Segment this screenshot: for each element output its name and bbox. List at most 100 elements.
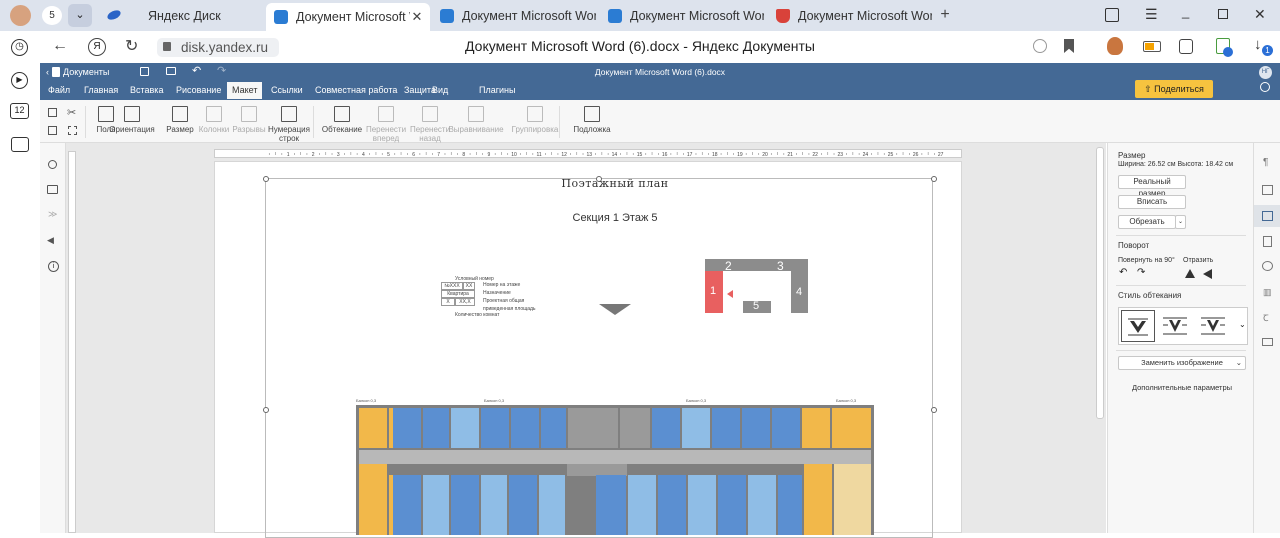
copy-icon[interactable]: [48, 108, 57, 117]
wrap-inline-icon[interactable]: [1121, 310, 1155, 342]
menu-icon[interactable]: ☰: [1145, 6, 1158, 23]
extension-avatar-icon[interactable]: [1107, 37, 1123, 55]
search-icon[interactable]: [48, 160, 57, 169]
reload-icon[interactable]: ↻: [125, 36, 138, 56]
paste-icon[interactable]: [48, 126, 57, 135]
crop-button[interactable]: Обрезать: [1118, 215, 1176, 229]
floor-plan-svg: [356, 405, 874, 535]
print-icon[interactable]: [166, 67, 176, 75]
bookmark-icon[interactable]: [1064, 39, 1074, 53]
menu-tab-10[interactable]: Плагины: [479, 85, 515, 95]
table-settings-icon[interactable]: [1262, 185, 1273, 195]
tab-count-badge[interactable]: 5: [42, 6, 62, 25]
back-to-documents[interactable]: ‹ Документы: [46, 67, 109, 77]
resize-handle[interactable]: [931, 407, 937, 413]
translate-icon[interactable]: [1033, 39, 1047, 53]
back-label: Документы: [63, 67, 110, 77]
tab-document-3[interactable]: Документ Microsoft Word: [600, 4, 764, 28]
menu-tab-6[interactable]: Ссылки: [271, 85, 303, 95]
toolbar-button-10[interactable]: Выравнивание: [448, 106, 504, 134]
header-footer-icon[interactable]: [1263, 236, 1272, 247]
save-icon[interactable]: [140, 67, 149, 76]
vertical-scrollbar[interactable]: [1096, 147, 1104, 419]
word-doc-icon: [274, 10, 288, 24]
mail-merge-icon[interactable]: [1262, 338, 1273, 346]
ruler-label: 11: [536, 152, 541, 157]
search-icon[interactable]: [1260, 82, 1270, 92]
wrap-more-chevron-down-icon[interactable]: ⌄: [1239, 320, 1246, 329]
chevron-down-icon[interactable]: ⌄: [68, 4, 92, 27]
menu-tab-4[interactable]: Рисование: [176, 85, 221, 95]
arrow-marker-icon: [727, 290, 733, 298]
comment-icon[interactable]: [47, 185, 58, 194]
crop-dropdown-chevron-down-icon[interactable]: ⌄: [1175, 215, 1186, 229]
menu-tab-1[interactable]: Файл: [48, 85, 70, 95]
rotate-left-icon[interactable]: ↶: [1119, 267, 1127, 278]
more-settings-link[interactable]: Дополнительные параметры: [1118, 383, 1246, 392]
tab-document-active[interactable]: Документ Microsoft Wo ✕: [266, 3, 430, 31]
close-icon[interactable]: ✕: [410, 9, 424, 25]
real-size-button[interactable]: Реальный размер: [1118, 175, 1186, 198]
flip-vertical-icon[interactable]: [1185, 269, 1195, 278]
profile-avatar[interactable]: [10, 5, 31, 26]
shield-check-icon[interactable]: [1216, 38, 1233, 57]
menu-tab-9[interactable]: Вид: [432, 85, 448, 95]
tab-yandex-disk[interactable]: Яндекс Диск: [140, 4, 260, 28]
menu-tab-5[interactable]: Макет: [227, 82, 263, 99]
tab-document-4[interactable]: Документ Microsoft Word: [768, 4, 932, 28]
menu-tab-3[interactable]: Вставка: [130, 85, 163, 95]
calendar-icon[interactable]: 12: [10, 103, 29, 119]
new-tab-plus-icon[interactable]: +: [934, 6, 956, 26]
play-icon[interactable]: ▶: [11, 72, 28, 89]
flip-horizontal-icon[interactable]: [1203, 269, 1212, 279]
shirt-icon[interactable]: [1179, 39, 1193, 54]
toolbar-button-12[interactable]: Подложка: [570, 106, 614, 134]
tab-document-2[interactable]: Документ Microsoft Word: [432, 4, 596, 28]
wrap-square-icon[interactable]: [1159, 310, 1193, 342]
download-icon[interactable]: ↓: [1254, 36, 1262, 53]
toolbar-button-5[interactable]: Разрывы: [227, 106, 271, 134]
ruler-label: 1: [287, 152, 290, 157]
minimize-icon[interactable]: _: [1182, 4, 1189, 19]
cloud-folder-icon[interactable]: [11, 137, 29, 152]
paragraph-icon[interactable]: ¶: [1263, 157, 1268, 168]
toolbar-button-2[interactable]: Ориентация: [109, 106, 155, 134]
toolbar-label: Обтекание: [321, 125, 363, 134]
back-arrow-icon[interactable]: ←: [52, 37, 68, 55]
menu-tab-7[interactable]: Совместная работа: [315, 85, 397, 95]
document-page: Поэтажный план Секция 1 Этаж 5 Условный …: [214, 161, 962, 538]
menu-tab-2[interactable]: Главная: [84, 85, 118, 95]
user-avatar[interactable]: НГ: [1259, 66, 1272, 79]
undo-icon[interactable]: ↶: [192, 64, 201, 77]
window-close-icon[interactable]: ✕: [1254, 6, 1266, 23]
share-button[interactable]: ⇧ Поделиться: [1135, 80, 1213, 98]
shape-settings-icon[interactable]: [1262, 261, 1273, 271]
toolbar-button-6[interactable]: Нумерация строк: [267, 106, 311, 143]
track-changes-icon[interactable]: ≫: [48, 209, 57, 220]
vertical-ruler[interactable]: [68, 151, 76, 533]
rotate-right-icon[interactable]: ↷: [1137, 267, 1145, 278]
collections-icon[interactable]: [1105, 8, 1119, 22]
text-art-icon[interactable]: Ꞇ: [1263, 311, 1269, 324]
replace-image-select[interactable]: Заменить изображение ⌄: [1118, 356, 1246, 370]
redo-icon[interactable]: ↷: [217, 64, 226, 77]
horizontal-ruler[interactable]: 1 2 3 4 5 6 7 8 9 10 11 12 13 14 15 16 17 18 19 20 21 22 23 24 2…: [214, 149, 962, 158]
toolbar-button-8[interactable]: Перенести вперед: [364, 106, 408, 143]
announce-icon[interactable]: ◀: [47, 235, 54, 246]
chart-settings-icon[interactable]: ▥: [1263, 287, 1272, 298]
info-icon[interactable]: i: [48, 261, 59, 272]
fit-button[interactable]: Вписать: [1118, 195, 1186, 209]
toolbar-button-11[interactable]: Группировка: [512, 106, 558, 134]
toolbar-button-9[interactable]: Перенести назад: [408, 106, 452, 143]
yandex-logo-icon[interactable]: Я: [88, 38, 106, 56]
select-all-icon[interactable]: [68, 126, 77, 135]
url-field[interactable]: disk.yandex.ru: [157, 38, 279, 57]
wrap-tight-icon[interactable]: [1197, 310, 1231, 342]
battery-icon[interactable]: [1143, 41, 1161, 52]
maximize-icon[interactable]: [1218, 9, 1228, 19]
cut-icon[interactable]: ✂: [67, 106, 76, 119]
resize-handle[interactable]: [263, 407, 269, 413]
image-settings-tab-active[interactable]: [1254, 205, 1280, 227]
toolbar-button-7[interactable]: Обтекание: [320, 106, 364, 134]
history-clock-icon[interactable]: ◷: [11, 39, 28, 56]
